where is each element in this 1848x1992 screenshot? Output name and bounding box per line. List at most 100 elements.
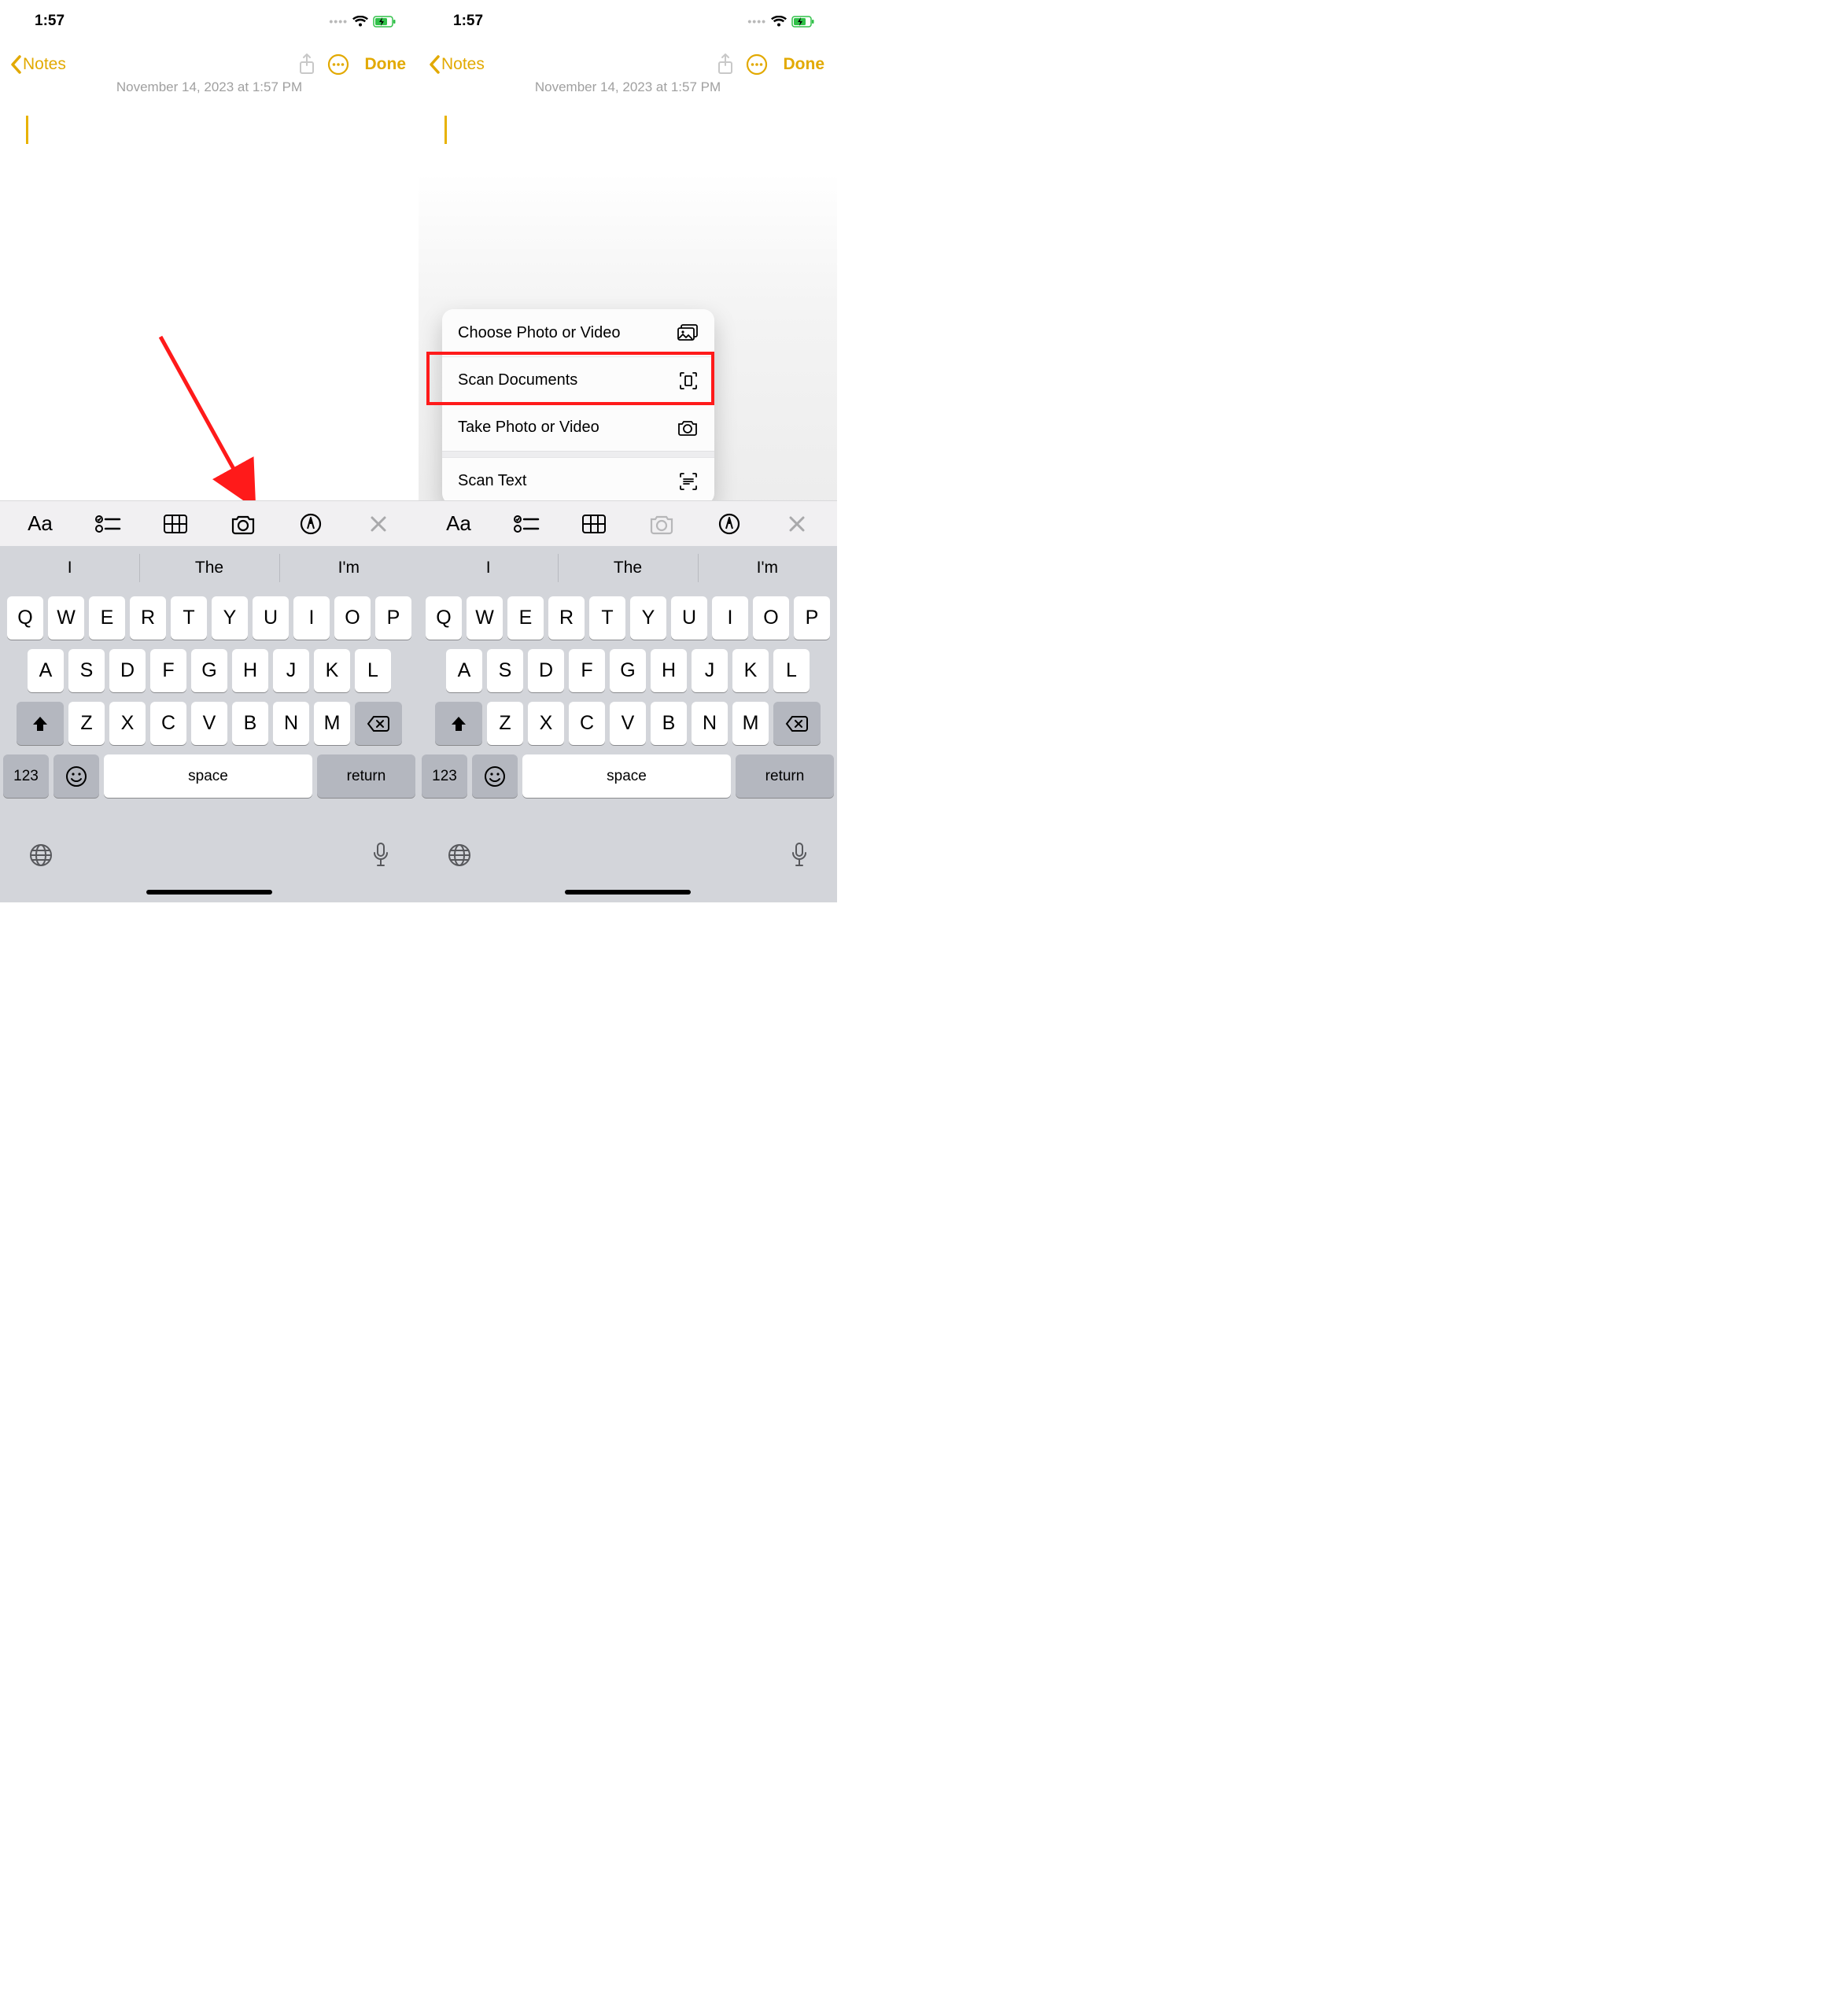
checklist-button[interactable] [507, 505, 545, 543]
camera-button[interactable] [643, 505, 681, 543]
key-z[interactable]: Z [487, 702, 523, 745]
key-n[interactable]: N [273, 702, 309, 745]
key-l[interactable]: L [355, 649, 391, 692]
suggestion-1[interactable]: The [139, 546, 278, 590]
numbers-key[interactable]: 123 [422, 754, 467, 798]
more-icon[interactable] [746, 53, 768, 76]
emoji-key[interactable] [53, 754, 99, 798]
key-j[interactable]: J [273, 649, 309, 692]
key-b[interactable]: B [651, 702, 687, 745]
markup-button[interactable] [710, 505, 748, 543]
key-f[interactable]: F [150, 649, 186, 692]
screen-right: 1:57 •••• Notes Done November 14, 2023 a… [419, 0, 837, 902]
share-icon[interactable] [716, 53, 735, 76]
microphone-icon[interactable] [790, 842, 809, 869]
key-m[interactable]: M [732, 702, 769, 745]
key-s[interactable]: S [487, 649, 523, 692]
key-o[interactable]: O [753, 596, 789, 640]
key-r[interactable]: R [548, 596, 585, 640]
backspace-key[interactable] [355, 702, 402, 745]
backspace-key[interactable] [773, 702, 821, 745]
key-q[interactable]: Q [7, 596, 43, 640]
key-y[interactable]: Y [630, 596, 666, 640]
close-button[interactable] [360, 505, 397, 543]
key-b[interactable]: B [232, 702, 268, 745]
done-button[interactable]: Done [365, 55, 407, 74]
menu-take-photo-video[interactable]: Take Photo or Video [442, 404, 714, 451]
more-icon[interactable] [327, 53, 349, 76]
suggestion-2[interactable]: I'm [279, 546, 419, 590]
table-button[interactable] [575, 505, 613, 543]
key-v[interactable]: V [191, 702, 227, 745]
markup-button[interactable] [292, 505, 330, 543]
menu-scan-text[interactable]: Scan Text [442, 457, 714, 504]
share-icon[interactable] [297, 53, 316, 76]
suggestion-0[interactable]: I [419, 546, 558, 590]
space-key[interactable]: space [104, 754, 312, 798]
globe-icon[interactable] [447, 843, 472, 868]
key-x[interactable]: X [528, 702, 564, 745]
key-m[interactable]: M [314, 702, 350, 745]
key-p[interactable]: P [794, 596, 830, 640]
back-button[interactable]: Notes [9, 55, 66, 74]
close-button[interactable] [778, 505, 816, 543]
key-v[interactable]: V [610, 702, 646, 745]
globe-icon[interactable] [28, 843, 53, 868]
key-g[interactable]: G [610, 649, 646, 692]
key-h[interactable]: H [651, 649, 687, 692]
key-u[interactable]: U [671, 596, 707, 640]
key-p[interactable]: P [375, 596, 411, 640]
suggestion-2[interactable]: I'm [698, 546, 837, 590]
shift-key[interactable] [17, 702, 64, 745]
key-t[interactable]: T [171, 596, 207, 640]
key-u[interactable]: U [253, 596, 289, 640]
microphone-icon[interactable] [371, 842, 390, 869]
key-k[interactable]: K [732, 649, 769, 692]
key-c[interactable]: C [569, 702, 605, 745]
key-i[interactable]: I [712, 596, 748, 640]
key-e[interactable]: E [507, 596, 544, 640]
key-o[interactable]: O [334, 596, 371, 640]
key-w[interactable]: W [48, 596, 84, 640]
text-format-button[interactable]: Aa [440, 505, 478, 543]
key-c[interactable]: C [150, 702, 186, 745]
key-x[interactable]: X [109, 702, 146, 745]
menu-scan-documents[interactable]: Scan Documents [442, 356, 714, 404]
back-button[interactable]: Notes [428, 55, 485, 74]
shift-key[interactable] [435, 702, 482, 745]
key-l[interactable]: L [773, 649, 810, 692]
return-key[interactable]: return [317, 754, 415, 798]
key-d[interactable]: D [528, 649, 564, 692]
key-s[interactable]: S [68, 649, 105, 692]
menu-choose-photo-video[interactable]: Choose Photo or Video [442, 309, 714, 356]
checklist-button[interactable] [89, 505, 127, 543]
key-i[interactable]: I [293, 596, 330, 640]
text-format-button[interactable]: Aa [21, 505, 59, 543]
key-h[interactable]: H [232, 649, 268, 692]
key-f[interactable]: F [569, 649, 605, 692]
key-a[interactable]: A [28, 649, 64, 692]
key-g[interactable]: G [191, 649, 227, 692]
key-k[interactable]: K [314, 649, 350, 692]
done-button[interactable]: Done [784, 55, 825, 74]
camera-button[interactable] [224, 505, 262, 543]
key-r[interactable]: R [130, 596, 166, 640]
key-q[interactable]: Q [426, 596, 462, 640]
return-key[interactable]: return [736, 754, 834, 798]
key-j[interactable]: J [692, 649, 728, 692]
key-t[interactable]: T [589, 596, 625, 640]
table-button[interactable] [157, 505, 194, 543]
cellular-dots-icon: •••• [747, 15, 766, 28]
key-z[interactable]: Z [68, 702, 105, 745]
key-d[interactable]: D [109, 649, 146, 692]
numbers-key[interactable]: 123 [3, 754, 49, 798]
key-y[interactable]: Y [212, 596, 248, 640]
emoji-key[interactable] [472, 754, 518, 798]
key-a[interactable]: A [446, 649, 482, 692]
key-w[interactable]: W [467, 596, 503, 640]
suggestion-1[interactable]: The [558, 546, 697, 590]
key-n[interactable]: N [692, 702, 728, 745]
key-e[interactable]: E [89, 596, 125, 640]
suggestion-0[interactable]: I [0, 546, 139, 590]
space-key[interactable]: space [522, 754, 731, 798]
